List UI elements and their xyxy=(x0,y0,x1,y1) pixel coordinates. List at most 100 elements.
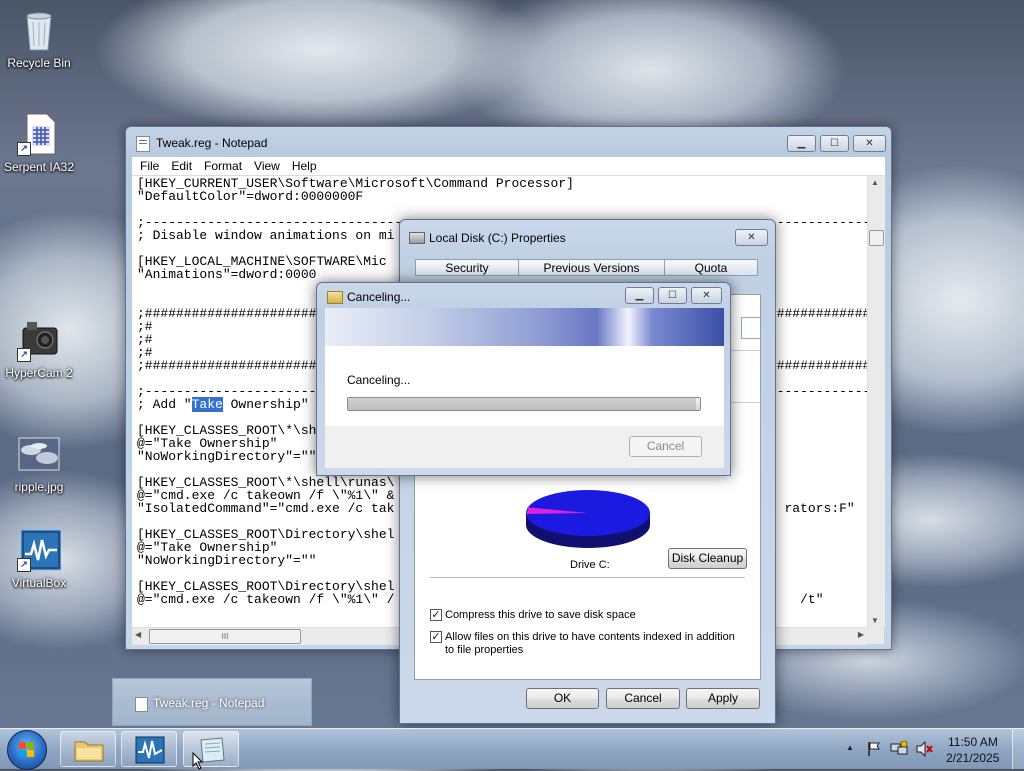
apply-button[interactable]: Apply xyxy=(686,688,760,709)
menu-bar: File Edit Format View Help xyxy=(132,157,885,176)
horizontal-scroll-thumb[interactable]: III xyxy=(149,629,301,644)
editor-text: ; Add " xyxy=(137,397,192,412)
properties-title: Local Disk (C:) Properties xyxy=(429,231,566,245)
windows-logo-icon xyxy=(19,742,34,757)
action-center-flag-icon[interactable] xyxy=(866,741,882,757)
recycle-bin-icon xyxy=(17,8,61,52)
drive-icon xyxy=(409,232,425,244)
disk-cleanup-button[interactable]: Disk Cleanup xyxy=(668,548,747,569)
desktop-icon-label: Recycle Bin xyxy=(7,56,71,70)
tab-previous-versions[interactable]: Previous Versions xyxy=(518,259,665,276)
menu-help[interactable]: Help xyxy=(292,157,317,175)
disk-usage-pie-chart xyxy=(526,490,650,548)
clock-date[interactable]: 2/21/2025 xyxy=(946,751,999,765)
vertical-scroll-thumb[interactable] xyxy=(869,230,884,246)
close-button[interactable]: ✕ xyxy=(853,135,886,152)
editor-line: ; Disable window animations on mi xyxy=(137,228,395,243)
image-file-icon xyxy=(17,432,61,476)
ok-button[interactable]: OK xyxy=(526,688,599,709)
minimize-button[interactable]: ▁ xyxy=(787,135,816,152)
compress-checkbox[interactable]: ✓ xyxy=(430,609,442,621)
properties-close-button[interactable]: ✕ xyxy=(735,229,768,246)
canceling-footer: Cancel xyxy=(325,426,724,468)
menu-view[interactable]: View xyxy=(254,157,280,175)
taskbar: ▲ 11:50 AM 2/21/2025 xyxy=(0,728,1024,770)
notepad-title: Tweak.reg - Notepad xyxy=(156,136,268,150)
taskbar-notepad-button[interactable] xyxy=(183,731,239,770)
menu-edit[interactable]: Edit xyxy=(171,157,192,175)
scroll-left-arrow-icon[interactable]: ◀ xyxy=(135,630,141,639)
desktop-icon-ripple-jpg[interactable]: ripple.jpg xyxy=(0,432,78,494)
start-button[interactable] xyxy=(7,730,47,770)
scroll-right-arrow-icon[interactable]: ▶ xyxy=(858,630,864,639)
notepad-app-icon xyxy=(135,697,148,712)
desktop-icon-label: HyperCam 2 xyxy=(5,366,73,380)
maximize-button[interactable]: ☐ xyxy=(658,287,687,304)
desktop-icon-label: Serpent IA32 xyxy=(3,160,75,174)
scroll-corner xyxy=(867,627,884,644)
check-mark-icon: ✓ xyxy=(431,609,441,621)
show-hidden-icons-button[interactable]: ▲ xyxy=(846,743,854,752)
folder-icon xyxy=(74,741,104,762)
maximize-button[interactable]: ☐ xyxy=(820,135,849,152)
editor-line: "NoWorkingDirectory"="" xyxy=(137,553,317,568)
desktop-icon-label: ripple.jpg xyxy=(14,480,64,494)
editor-line: "Animations"=dword:0000 xyxy=(137,267,317,282)
copy-folder-icon xyxy=(327,291,343,304)
tab-quota[interactable]: Quota xyxy=(664,259,758,276)
minimize-button[interactable]: ▁ xyxy=(625,287,654,304)
progress-bar xyxy=(347,397,701,411)
mouse-cursor-icon xyxy=(192,752,204,770)
taskbar-explorer-button[interactable] xyxy=(60,731,116,767)
editor-line: ; Add "Take Ownership" xyxy=(137,397,309,412)
canceling-dialog[interactable]: Canceling... ▁ ☐ ✕ Canceling... Cancel xyxy=(316,282,731,476)
scroll-grip: III xyxy=(221,632,229,641)
editor-line: "DefaultColor"=dword:0000000F xyxy=(137,189,364,204)
scroll-down-arrow-icon[interactable]: ▼ xyxy=(871,616,879,625)
check-mark-icon: ✓ xyxy=(431,631,441,643)
vertical-scrollbar[interactable]: ▲ ▼ xyxy=(867,176,885,627)
desktop-icon-virtualbox[interactable]: ↗ VirtualBox xyxy=(0,528,78,590)
shortcut-arrow-icon: ↗ xyxy=(17,142,31,156)
animation-banner xyxy=(325,308,724,346)
editor-text: Ownership" xyxy=(222,397,309,412)
cancel-button[interactable]: Cancel xyxy=(606,688,680,709)
close-button[interactable]: ✕ xyxy=(691,287,722,304)
menu-file[interactable]: File xyxy=(140,157,159,175)
virtualbox-icon xyxy=(135,736,165,764)
compress-label: Compress this drive to save disk space xyxy=(445,609,636,621)
notepad-titlebar[interactable]: Tweak.reg - Notepad ▁ ☐ ✕ xyxy=(126,127,891,155)
notepad-app-icon xyxy=(136,136,150,152)
separator xyxy=(430,577,745,578)
canceling-body: Canceling... xyxy=(325,346,724,426)
desktop-icon-serpent-ia32[interactable]: ↗ Serpent IA32 xyxy=(0,112,78,174)
hypercam-icon: ↗ xyxy=(17,318,61,362)
scroll-up-arrow-icon[interactable]: ▲ xyxy=(871,178,879,187)
taskbar-thumbnail[interactable]: Tweak.reg - Notepad xyxy=(112,678,312,726)
menu-format[interactable]: Format xyxy=(204,157,242,175)
cancel-operation-button[interactable]: Cancel xyxy=(629,436,702,457)
index-checkbox[interactable]: ✓ xyxy=(430,631,442,643)
network-icon[interactable] xyxy=(890,741,908,757)
virtualbox-icon: ↗ xyxy=(17,528,62,572)
desktop-icon-label: VirtualBox xyxy=(11,576,67,590)
clock-time[interactable]: 11:50 AM xyxy=(948,735,998,749)
editor-line: "NoWorkingDirectory"="" xyxy=(137,449,317,464)
shortcut-arrow-icon: ↗ xyxy=(17,348,31,362)
index-label: Allow files on this drive to have conten… xyxy=(445,631,735,656)
shortcut-arrow-icon: ↗ xyxy=(17,558,31,572)
desktop-icon-hypercam[interactable]: ↗ HyperCam 2 xyxy=(0,318,78,380)
progress-fill xyxy=(348,398,697,410)
drive-label: Drive C: xyxy=(570,559,610,571)
taskbar-virtualbox-button[interactable] xyxy=(121,731,177,767)
desktop-icon-recycle-bin[interactable]: Recycle Bin xyxy=(0,8,78,70)
volume-muted-icon[interactable] xyxy=(915,741,933,757)
canceling-title: Canceling... xyxy=(347,290,411,304)
tab-security[interactable]: Security xyxy=(415,259,519,276)
show-desktop-button[interactable] xyxy=(1012,729,1024,769)
selected-text: Take xyxy=(191,397,223,412)
canceling-message: Canceling... xyxy=(347,373,411,387)
drive-name-field[interactable] xyxy=(741,317,760,339)
thumbnail-label: Tweak.reg - Notepad xyxy=(153,696,265,710)
serpent-ia32-icon: ↗ xyxy=(17,112,61,156)
